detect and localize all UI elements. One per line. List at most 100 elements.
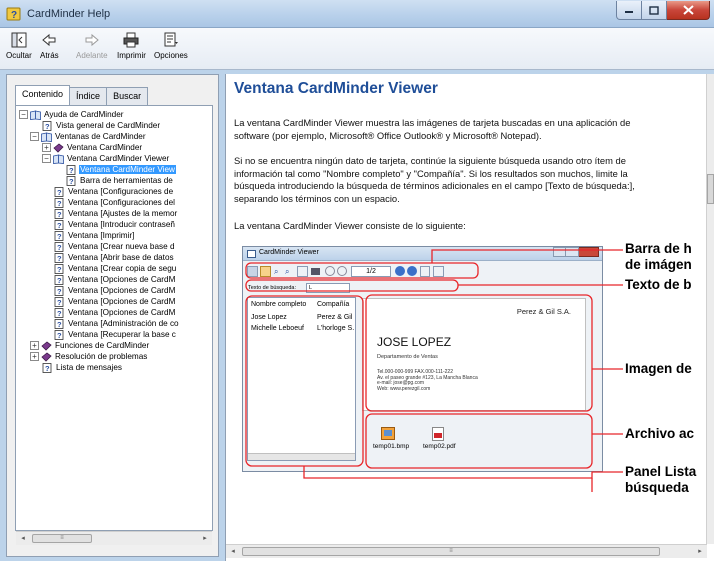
- collapse-toggle[interactable]: −: [19, 110, 28, 119]
- minimize-button[interactable]: [616, 1, 642, 20]
- open-book-icon: [41, 132, 52, 142]
- maximize-button[interactable]: [642, 1, 667, 20]
- window-title-bar[interactable]: ? CardMinder Help: [0, 0, 714, 28]
- tab-search[interactable]: Buscar: [106, 87, 149, 105]
- tree-horizontal-scrollbar[interactable]: ◂ ≡ ▸: [16, 531, 212, 545]
- collapse-toggle[interactable]: −: [30, 132, 39, 141]
- tree-item[interactable]: + Ventana CardMinder: [42, 142, 143, 153]
- tab-index[interactable]: Índice: [69, 87, 108, 105]
- closed-book-icon: [53, 142, 64, 153]
- contents-tree[interactable]: − Ayuda de CardMinder ? Vista general de…: [15, 105, 213, 531]
- scroll-left-arrow-icon[interactable]: ◂: [226, 545, 240, 558]
- tree-item-label: Ventana [Recuperar la base c: [68, 330, 176, 339]
- tree-item-label: Barra de herramientas de: [80, 176, 173, 185]
- content-vertical-scrollbar[interactable]: [706, 74, 714, 544]
- tree-item[interactable]: ? Barra de herramientas de: [66, 175, 174, 186]
- back-button[interactable]: Atrás: [40, 31, 59, 60]
- scroll-left-arrow-icon[interactable]: ◂: [16, 532, 30, 545]
- options-button[interactable]: Opciones: [154, 31, 188, 60]
- tree-item[interactable]: ? Ventana [Imprimir]: [54, 230, 135, 241]
- svg-text:?: ?: [57, 265, 62, 274]
- tree-item-label: Ventana [Abrir base de datos: [68, 253, 174, 262]
- tree-item[interactable]: ? Ventana [Opciones de CardM: [54, 285, 176, 296]
- tree-item[interactable]: ? Ventana [Administración de co: [54, 318, 180, 329]
- content-horizontal-scrollbar[interactable]: ◂ ≡ ▸: [226, 544, 707, 558]
- help-page-icon: ?: [54, 241, 64, 252]
- scroll-right-arrow-icon[interactable]: ▸: [693, 545, 707, 558]
- open-book-icon: [53, 154, 64, 164]
- svg-text:?: ?: [69, 166, 74, 175]
- expand-toggle[interactable]: +: [30, 341, 39, 350]
- tree-item[interactable]: ? Ventana [Crear nueva base d: [54, 241, 176, 252]
- tree-item[interactable]: − Ventana CardMinder Viewer: [42, 153, 170, 164]
- options-icon: [164, 32, 178, 47]
- tree-item-label: Ventana [Opciones de CardM: [68, 286, 176, 295]
- help-page-icon: ?: [54, 219, 64, 230]
- expand-toggle[interactable]: +: [30, 352, 39, 361]
- close-button[interactable]: [667, 1, 710, 20]
- help-page-icon: ?: [42, 362, 52, 373]
- tree-item[interactable]: ? Ventana [Ajustes de la memor: [54, 208, 178, 219]
- scroll-right-arrow-icon[interactable]: ▸: [198, 532, 212, 545]
- tree-item[interactable]: ? Ventana [Opciones de CardM: [54, 296, 176, 307]
- help-page-icon: ?: [54, 329, 64, 340]
- tree-item[interactable]: ? Vista general de CardMinder: [42, 120, 161, 131]
- scroll-thumb[interactable]: ≡: [32, 534, 92, 543]
- print-button[interactable]: Imprimir: [117, 31, 146, 60]
- svg-text:?: ?: [57, 232, 62, 241]
- svg-text:?: ?: [45, 364, 50, 373]
- tree-item[interactable]: − Ayuda de CardMinder: [19, 109, 125, 120]
- tree-item[interactable]: ? Ventana [Crear copia de segu: [54, 263, 177, 274]
- tree-item-selected[interactable]: ? Ventana CardMinder View: [66, 164, 176, 175]
- tree-item[interactable]: ? Lista de mensajes: [42, 362, 123, 373]
- maximize-icon: [649, 5, 659, 15]
- tree-item[interactable]: ? Ventana [Opciones de CardM: [54, 274, 176, 285]
- image-callout-box: [365, 294, 593, 412]
- tree-item-label: Lista de mensajes: [56, 363, 122, 372]
- toolbar-callout-box: [245, 262, 479, 279]
- help-page-icon: ?: [54, 252, 64, 263]
- tree-item[interactable]: + Resolución de problemas: [30, 351, 148, 362]
- help-page-icon: ?: [66, 175, 76, 186]
- tree-item[interactable]: ? Ventana [Abrir base de datos: [54, 252, 175, 263]
- callout-toolbar: Barra de h de imágen: [625, 241, 692, 273]
- collapse-toggle[interactable]: −: [42, 154, 51, 163]
- minimize-icon: [625, 11, 633, 13]
- tree-item-label: Ventana [Opciones de CardM: [68, 308, 176, 317]
- tree-item[interactable]: ? Ventana [Recuperar la base c: [54, 329, 177, 340]
- tree-item[interactable]: + Funciones de CardMinder: [30, 340, 150, 351]
- tree-item[interactable]: ? Ventana [Introducir contraseñ: [54, 219, 176, 230]
- hide-label: Ocultar: [6, 51, 32, 60]
- toolbar: Ocultar Atrás Adelante Imprimir Opciones: [0, 28, 714, 70]
- tree-item[interactable]: ? Ventana [Opciones de CardM: [54, 307, 176, 318]
- scroll-thumb[interactable]: [707, 174, 714, 204]
- tree-item-label: Ventana [Crear copia de segu: [68, 264, 177, 273]
- window-title: CardMinder Help: [27, 8, 111, 20]
- svg-text:?: ?: [57, 254, 62, 263]
- svg-text:?: ?: [57, 298, 62, 307]
- hide-pane-icon: [11, 32, 27, 48]
- tree-item[interactable]: ? Ventana [Configuraciones del: [54, 197, 176, 208]
- close-icon: [682, 5, 694, 15]
- expand-toggle[interactable]: +: [42, 143, 51, 152]
- help-page-icon: ?: [54, 274, 64, 285]
- options-label: Opciones: [154, 51, 188, 60]
- search-callout-box: [245, 279, 459, 292]
- tree-item[interactable]: − Ventanas de CardMinder: [30, 131, 147, 142]
- svg-text:?: ?: [57, 309, 62, 318]
- forward-button[interactable]: Adelante: [76, 31, 108, 60]
- help-page-icon: ?: [54, 186, 64, 197]
- svg-text:?: ?: [57, 243, 62, 252]
- print-label: Imprimir: [117, 51, 146, 60]
- hide-button[interactable]: Ocultar: [6, 31, 32, 60]
- list-callout-box: [245, 295, 364, 467]
- tree-item-label: Funciones de CardMinder: [55, 341, 150, 350]
- help-page-icon: ?: [54, 263, 64, 274]
- file-callout-box: [365, 413, 593, 469]
- navigation-pane: Contenido Índice Buscar − Ayuda de CardM…: [6, 74, 219, 557]
- tree-item[interactable]: ? Ventana [Configuraciones de: [54, 186, 174, 197]
- scroll-thumb[interactable]: ≡: [242, 547, 660, 556]
- svg-text:?: ?: [57, 199, 62, 208]
- help-page-icon: ?: [42, 120, 52, 131]
- tab-contents[interactable]: Contenido: [15, 85, 71, 105]
